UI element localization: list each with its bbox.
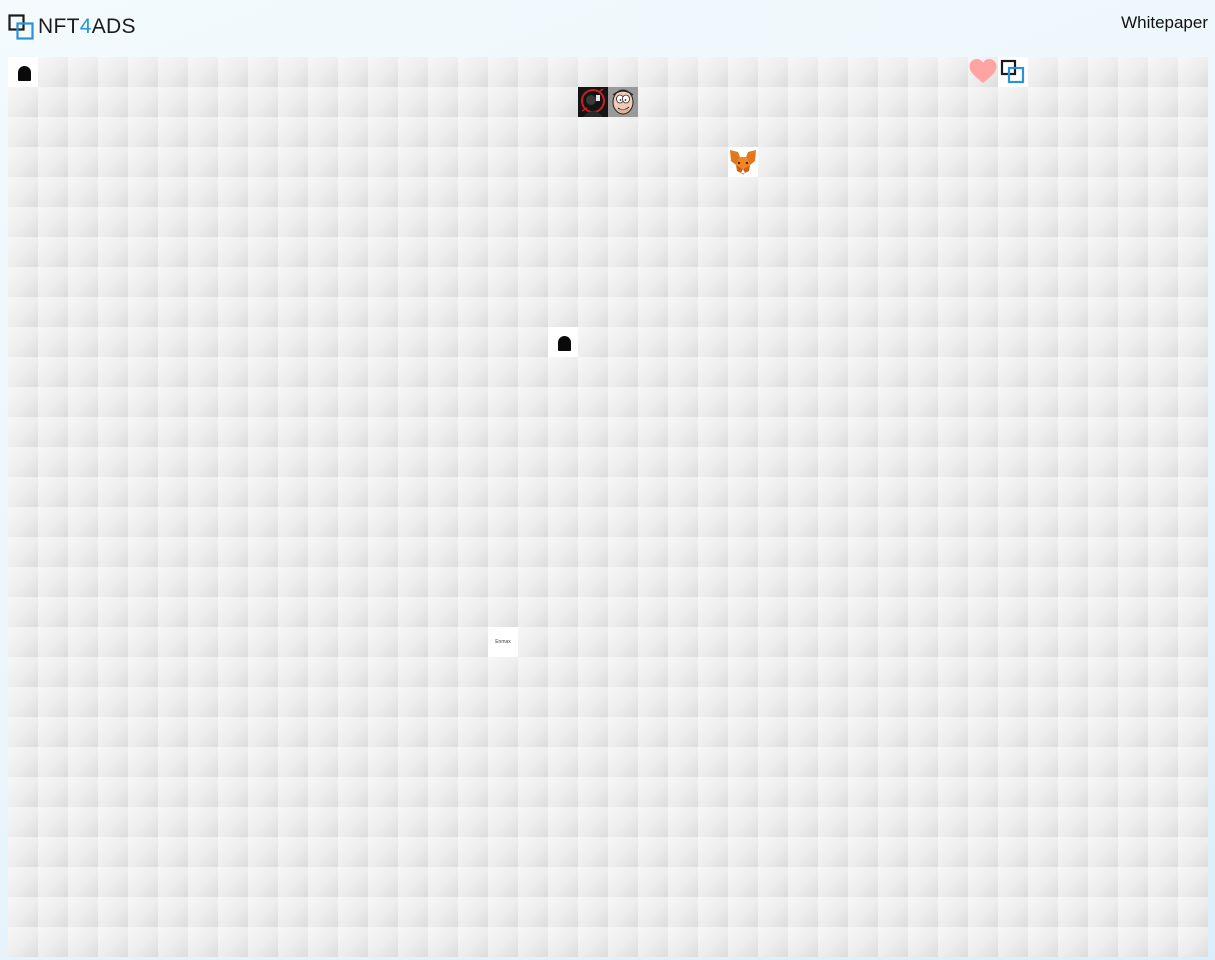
ad-pixel-grid[interactable]: Enmax bbox=[8, 57, 1208, 957]
tile-cartoon-face[interactable] bbox=[608, 87, 638, 117]
tile-tombstone-icon[interactable] bbox=[548, 327, 578, 357]
tile-avatar-dark[interactable] bbox=[578, 87, 608, 117]
tile-heart[interactable] bbox=[968, 57, 998, 87]
logo-text: NFT4ADS bbox=[38, 14, 136, 40]
logo-text-accent: 4 bbox=[79, 15, 92, 38]
dark-avatar-icon bbox=[578, 87, 608, 117]
nft4ads-logo-icon bbox=[998, 57, 1028, 87]
tile-text-ad[interactable]: Enmax bbox=[488, 627, 518, 657]
nft4ads-logo-icon bbox=[8, 14, 34, 40]
tombstone-icon bbox=[18, 66, 31, 81]
heart-icon bbox=[969, 59, 997, 83]
tile-nft4ads-logo[interactable] bbox=[998, 57, 1028, 87]
header: NFT4ADS Whitepaper bbox=[0, 0, 1215, 56]
logo-link[interactable]: NFT4ADS bbox=[8, 14, 136, 40]
tile-tombstone-icon[interactable] bbox=[8, 57, 38, 87]
whitepaper-link[interactable]: Whitepaper bbox=[1121, 13, 1208, 33]
cartoon-face-icon bbox=[608, 87, 638, 117]
logo-text-prefix: NFT bbox=[38, 15, 80, 38]
logo-text-suffix: ADS bbox=[91, 15, 136, 38]
metamask-fox-icon bbox=[728, 147, 758, 177]
tombstone-icon bbox=[558, 336, 571, 351]
text-ad-label: Enmax bbox=[495, 639, 511, 645]
tile-metamask-fox[interactable] bbox=[728, 147, 758, 177]
